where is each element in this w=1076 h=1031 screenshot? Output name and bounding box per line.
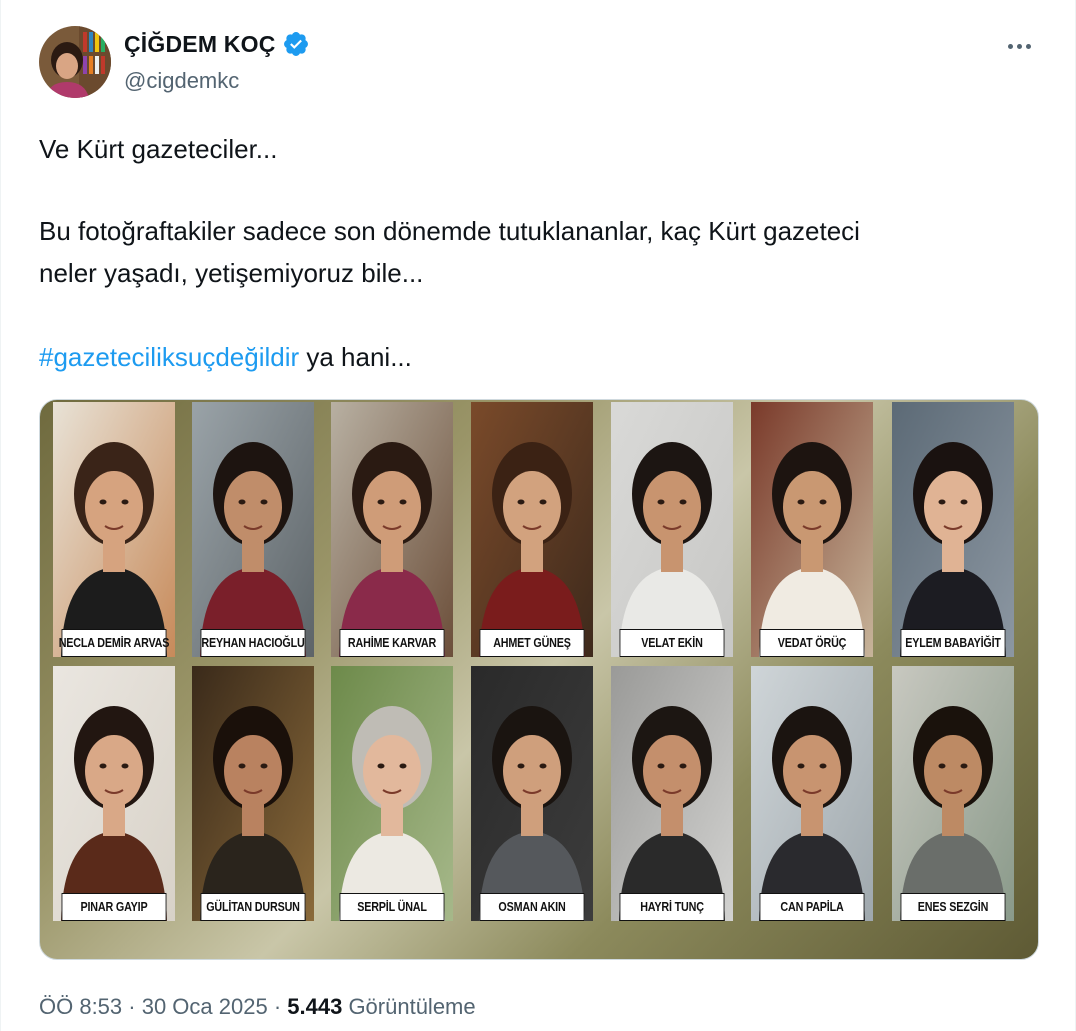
name-row: ÇİĞDEM KOÇ — [124, 30, 310, 58]
journalist-name-label: VEDAT ÖRÜÇ — [759, 629, 865, 657]
journalist-portrait: AHMET GÜNEŞ — [471, 402, 593, 657]
display-name[interactable]: ÇİĞDEM KOÇ — [124, 31, 276, 58]
tweet-media-image[interactable]: NECLA DEMİR ARVAS REYHAN HACIOĞLU RAHİME K… — [39, 399, 1039, 960]
tweet-card: ÇİĞDEM KOÇ @cigdemkc Ve Kürt gazeteciler… — [0, 0, 1076, 1031]
tweet-header: ÇİĞDEM KOÇ @cigdemkc — [39, 26, 1039, 98]
meta-separator: · — [122, 994, 142, 1019]
more-options-icon[interactable] — [999, 34, 1039, 58]
journalist-portrait: GÜLİTAN DURSUN — [192, 666, 314, 921]
verified-badge-icon — [283, 32, 308, 56]
journalist-portrait: ENES SEZGİN — [892, 666, 1014, 921]
hashtag-link[interactable]: #gazeteciliksuçdeğildir — [39, 342, 299, 372]
avatar[interactable] — [39, 26, 111, 98]
journalist-name-label: RAHİME KARVAR — [339, 629, 445, 657]
journalist-name-label: HAYRİ TUNÇ — [619, 893, 725, 921]
tweet-text-tail: ya hani... — [299, 342, 412, 372]
tweet-time[interactable]: ÖÖ 8:53 — [39, 994, 122, 1019]
user-handle[interactable]: @cigdemkc — [124, 68, 239, 94]
journalist-portrait: OSMAN AKIN — [471, 666, 593, 921]
meta-separator: · — [267, 994, 288, 1019]
journalist-name-label: SERPİL ÜNAL — [339, 893, 445, 921]
journalist-portrait: HAYRİ TUNÇ — [611, 666, 733, 921]
journalist-portrait: NECLA DEMİR ARVAS — [53, 402, 175, 657]
journalist-name-label: VELAT EKİN — [619, 629, 725, 657]
views-count: 5.443 — [287, 994, 343, 1019]
journalist-name-label: EYLEM BABAYİĞİT — [900, 629, 1006, 657]
journalist-name-label: OSMAN AKIN — [479, 893, 585, 921]
journalist-portrait: VEDAT ÖRÜÇ — [751, 402, 873, 657]
tweet-text-hashtag-line: #gazeteciliksuçdeğildir ya hani... — [39, 336, 1039, 378]
journalist-name-label: CAN PAPİLA — [759, 893, 865, 921]
journalist-portrait: REYHAN HACIOĞLU — [192, 402, 314, 657]
tweet-text-line3: neler yaşadı, yetişemiyoruz bile... — [39, 258, 424, 288]
journalist-name-label: NECLA DEMİR ARVAS — [59, 629, 169, 657]
journalist-name-label: PINAR GAYIP — [61, 893, 167, 921]
tweet-text-line2: Bu fotoğraftakiler sadece son dönemde tu… — [39, 216, 860, 246]
views-label: Görüntüleme — [342, 994, 476, 1019]
journalist-portrait: RAHİME KARVAR — [331, 402, 453, 657]
journalist-name-label: GÜLİTAN DURSUN — [200, 893, 306, 921]
tweet-meta: ÖÖ 8:53 · 30 Oca 2025 · 5.443 Görüntülem… — [39, 994, 476, 1020]
tweet-text-line1: Ve Kürt gazeteciler... — [39, 134, 278, 164]
journalist-portrait: VELAT EKİN — [611, 402, 733, 657]
journalist-portrait: CAN PAPİLA — [751, 666, 873, 921]
journalist-name-label: REYHAN HACIOĞLU — [200, 629, 306, 657]
journalist-name-label: AHMET GÜNEŞ — [479, 629, 585, 657]
journalist-name-label: ENES SEZGİN — [900, 893, 1006, 921]
journalist-portrait: SERPİL ÜNAL — [331, 666, 453, 921]
journalist-portrait: PINAR GAYIP — [53, 666, 175, 921]
tweet-date[interactable]: 30 Oca 2025 — [142, 994, 268, 1019]
journalist-portrait: EYLEM BABAYİĞİT — [892, 402, 1014, 657]
